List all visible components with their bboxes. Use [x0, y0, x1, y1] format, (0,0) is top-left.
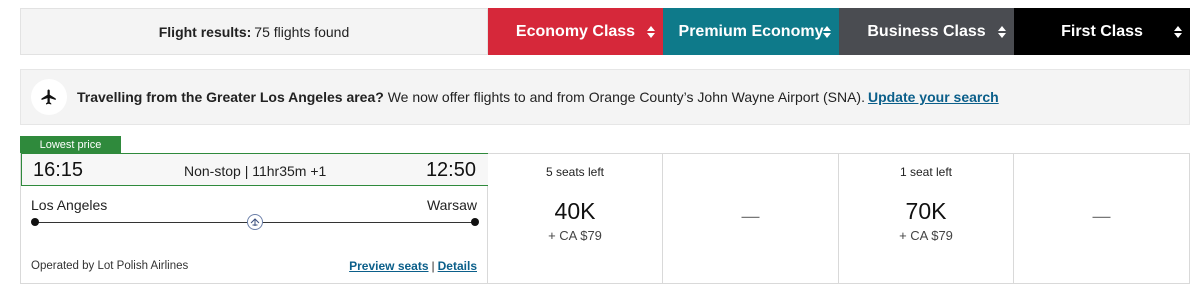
update-search-link[interactable]: Update your search — [868, 89, 999, 105]
notice-text: Travelling from the Greater Los Angeles … — [77, 89, 999, 105]
sort-icon[interactable] — [647, 25, 655, 38]
destination-city: Warsaw — [426, 197, 477, 213]
lot-airline-logo-icon — [247, 214, 263, 230]
seats-left: 1 seat left — [899, 165, 953, 179]
tab-business-class[interactable]: Business Class — [839, 8, 1014, 55]
fare-cell-first-class: — — [1014, 153, 1190, 284]
preview-seats-link[interactable]: Preview seats — [349, 259, 428, 273]
fare-unavailable: — — [1092, 206, 1111, 226]
sort-icon[interactable] — [823, 25, 831, 38]
sort-icon[interactable] — [1174, 25, 1182, 38]
lowest-price-badge: Lowest price — [20, 136, 121, 153]
tab-label: Business Class — [867, 22, 986, 40]
seats-left: 5 seats left — [545, 165, 605, 179]
arrival-time: 12:50 — [425, 159, 476, 181]
tab-label: First Class — [1061, 22, 1143, 40]
fare-cell-economy[interactable]: 5 seats left 40K + CA $79 — [488, 153, 663, 284]
origin-dot — [31, 218, 39, 226]
sna-notice-banner: Travelling from the Greater Los Angeles … — [20, 69, 1190, 125]
sort-icon[interactable] — [998, 25, 1006, 38]
operated-by-text: Operated by Lot Polish Airlines — [31, 260, 189, 272]
fare-tax: + CA $79 — [548, 228, 602, 243]
notice-body-text: We now offer flights to and from Orange … — [387, 89, 865, 105]
link-separator: | — [431, 259, 435, 273]
tab-label: Premium Economy — [678, 22, 824, 40]
flight-card: 16:15 Non-stop | 11hr35m +1 12:50 Los An… — [20, 153, 489, 284]
destination-dot — [471, 218, 479, 226]
departure-time: 16:15 — [33, 159, 84, 181]
fare-points: 40K — [554, 198, 596, 224]
flight-duration: Non-stop | 11hr35m +1 — [184, 163, 327, 179]
tab-label: Economy Class — [515, 22, 636, 40]
fare-cell-premium-economy: — — [663, 153, 839, 284]
results-summary: Flight results: 75 flights found — [20, 8, 488, 55]
origin-city: Los Angeles — [31, 197, 108, 213]
flight-links: Preview seats | Details — [349, 259, 477, 273]
tab-first-class[interactable]: First Class — [1014, 8, 1190, 55]
flight-times-row: 16:15 Non-stop | 11hr35m +1 12:50 — [21, 153, 489, 186]
results-count: 75 flights found — [254, 23, 350, 40]
fare-points: 70K — [905, 198, 947, 224]
details-link[interactable]: Details — [438, 259, 477, 273]
fare-cell-business[interactable]: 1 seat left 70K + CA $79 — [839, 153, 1014, 284]
tab-premium-economy[interactable]: Premium Economy — [663, 8, 839, 55]
tab-economy-class[interactable]: Economy Class — [488, 8, 663, 55]
fare-tax: + CA $79 — [899, 228, 953, 243]
fare-unavailable: — — [741, 206, 760, 226]
plane-icon — [31, 79, 67, 115]
results-label: Flight results: — [158, 23, 252, 40]
notice-bold-text: Travelling from the Greater Los Angeles … — [77, 89, 384, 105]
